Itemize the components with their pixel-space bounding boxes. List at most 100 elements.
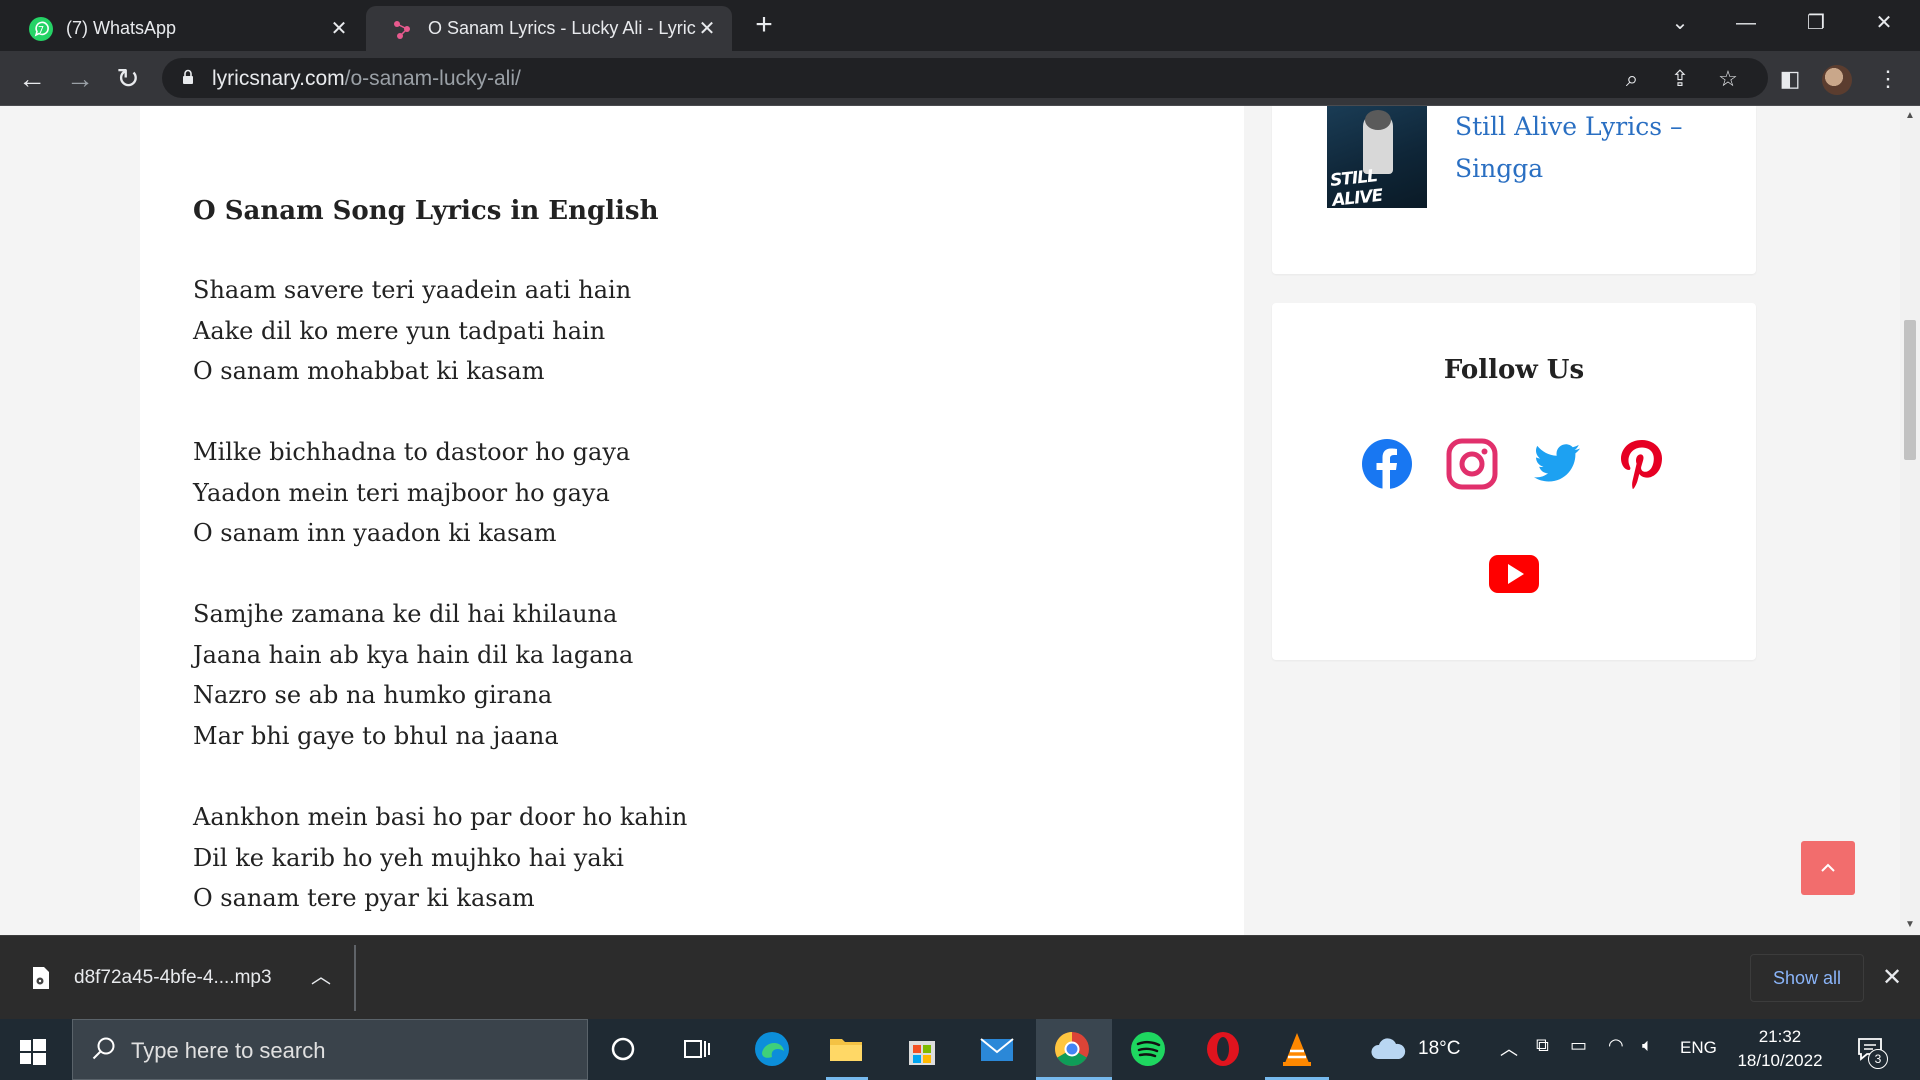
scroll-to-top-button[interactable] [1801,841,1855,895]
lock-icon [183,69,193,84]
tab-strip: 7 (7) WhatsApp ✕ O Sanam Lyrics - Lucky … [0,0,1920,51]
chrome-icon[interactable] [1052,1029,1092,1069]
lyric-line: Milke bichhadna to dastoor ho gaya [193,438,631,466]
windows-taskbar: Type here to search 18°C ︿ ⧉ ▭ ◠ 🔈︎ ENG … [0,1019,1920,1080]
close-icon[interactable]: ✕ [696,18,718,40]
close-icon[interactable]: ✕ [328,18,350,40]
tab-whatsapp[interactable]: 7 (7) WhatsApp ✕ [0,6,364,51]
address-bar[interactable]: lyricsnary.com/o-sanam-lucky-ali/ ⌕ ⇪ ☆ [162,58,1768,98]
recent-posts-widget: STILL ALIVE Still Alive Lyrics – Singga [1272,106,1756,274]
page-scrollbar[interactable]: ▲ ▼ [1900,106,1920,935]
wifi-icon[interactable]: ◠ [1608,1035,1624,1056]
divider [354,945,356,1011]
volume-icon[interactable]: 🔈︎ [1642,1035,1653,1056]
lyric-line: Aake dil ko mere yun tadpati hain [193,316,606,345]
microsoft-store-icon[interactable] [902,1029,942,1069]
stanza-4: Aankhon mein basi ho par door ho kahin D… [193,797,687,919]
search-icon [92,1037,115,1060]
facebook-icon[interactable] [1360,437,1414,491]
youtube-icon[interactable] [1487,547,1541,601]
stanza-1: Shaam savere teri yaadein aati hain Aake… [193,270,631,392]
back-icon[interactable]: ← [14,61,50,97]
url-domain: lyricsnary.com [212,67,345,90]
system-clock[interactable]: 21:32 18/10/2022 [1730,1025,1830,1073]
restore-icon[interactable]: ❐ [1796,8,1836,38]
window-close-icon[interactable]: ✕ [1864,8,1904,38]
taskbar-search-box[interactable]: Type here to search [72,1019,588,1080]
show-all-button[interactable]: Show all [1750,954,1864,1002]
lyric-line: Nazro se ab na humko girana [193,681,553,709]
instagram-icon[interactable] [1445,437,1499,491]
lyric-line: Yaadon mein teri majboor ho gaya [193,478,610,507]
new-tab-icon[interactable]: + [749,10,779,40]
lyric-line: Mar bhi gaye to bhul na jaana [193,721,559,750]
stanza-3: Samjhe zamana ke dil hai khilauna Jaana … [193,594,633,756]
lyric-line: O sanam mohabbat ki kasam [193,357,545,385]
reload-icon[interactable]: ↻ [110,61,146,97]
site-favicon-icon [394,20,410,39]
share-icon[interactable]: ⇪ [1665,64,1695,94]
vlc-icon[interactable] [1277,1029,1317,1069]
mail-icon[interactable] [977,1029,1017,1069]
spotify-icon[interactable] [1128,1029,1168,1069]
lyric-line: Samjhe zamana ke dil hai khilauna [193,600,618,628]
lyric-line: Shaam savere teri yaadein aati hain [193,276,632,304]
meet-now-icon[interactable]: ⧉ [1536,1035,1549,1056]
thumbnail-head [1365,110,1391,130]
menu-icon[interactable]: ⋮ [1870,61,1906,97]
minimize-icon[interactable]: — [1726,8,1766,38]
lyric-line: Jaana hain ab kya hain dil ka lagana [193,640,634,669]
forward-icon[interactable]: → [62,61,98,97]
tab-lyrics[interactable]: O Sanam Lyrics - Lucky Ali - Lyric ✕ [366,6,732,51]
whatsapp-icon: 7 [29,16,53,41]
edge-icon[interactable] [752,1029,792,1069]
scroll-down-icon[interactable]: ▼ [1904,919,1916,931]
cortana-icon[interactable] [603,1029,643,1069]
bookmark-star-icon[interactable]: ☆ [1713,64,1743,94]
post-thumbnail[interactable]: STILL ALIVE [1327,106,1427,208]
svg-text:7: 7 [38,25,44,36]
url-path: /o-sanam-lucky-ali/ [344,67,521,90]
chevron-up-icon [1821,863,1835,872]
browser-toolbar: ← → ↻ lyricsnary.com/o-sanam-lucky-ali/ … [0,51,1920,106]
download-file-name[interactable]: d8f72a45-4bfe-4....mp3 [74,967,272,989]
temperature[interactable]: 18°C [1418,1038,1460,1060]
lyric-line: Aankhon mein basi ho par door ho kahin [193,803,688,831]
thumbnail-text: STILL ALIVE [1329,166,1384,208]
notification-count-badge: 3 [1868,1049,1888,1069]
scrollbar-thumb[interactable] [1904,320,1916,460]
search-placeholder: Type here to search [131,1038,326,1063]
clock-date: 18/10/2022 [1737,1051,1823,1070]
follow-us-widget: Follow Us [1272,303,1756,660]
web-page: O Sanam Song Lyrics in English Shaam sav… [0,106,1900,935]
close-icon[interactable]: ✕ [1878,964,1906,992]
file-explorer-icon[interactable] [826,1029,866,1069]
follow-us-title: Follow Us [1443,355,1585,385]
language-indicator[interactable]: ENG [1680,1038,1717,1058]
pinterest-icon[interactable] [1615,437,1669,491]
tab-title: (7) WhatsApp [66,18,177,38]
download-bar: d8f72a45-4bfe-4....mp3 ︿ Show all ✕ [0,935,1920,1019]
article-content: O Sanam Song Lyrics in English Shaam sav… [140,106,1244,935]
tab-title: O Sanam Lyrics - Lucky Ali - Lyric [428,18,696,38]
windows-start-icon[interactable] [20,1039,46,1065]
avatar[interactable] [1822,65,1852,95]
opera-icon[interactable] [1203,1029,1243,1069]
chevron-up-icon[interactable]: ︿ [1500,1035,1518,1061]
chevron-up-icon[interactable]: ︿ [308,962,334,992]
side-panel-icon[interactable]: ◧ [1772,61,1808,97]
cloud-icon[interactable] [1370,1035,1406,1061]
twitter-icon[interactable] [1530,437,1584,491]
lyric-line: O sanam tere pyar ki kasam [193,884,535,912]
lyric-line: Dil ke karib ho yeh mujhko hai yaki [193,843,624,872]
clock-time: 21:32 [1758,1027,1802,1046]
battery-icon[interactable]: ▭ [1570,1035,1587,1056]
stanza-2: Milke bichhadna to dastoor ho gaya Yaado… [193,432,630,554]
scroll-up-icon[interactable]: ▲ [1904,110,1916,122]
lyric-line: O sanam inn yaadon ki kasam [193,519,557,547]
chevron-down-icon[interactable]: ⌄ [1660,8,1700,38]
recent-post-link[interactable]: Still Alive Lyrics – Singga [1455,106,1715,190]
url-text: lyricsnary.com/o-sanam-lucky-ali/ [212,67,521,91]
task-view-icon[interactable] [676,1029,716,1069]
zoom-icon[interactable]: ⌕ [1617,64,1647,94]
